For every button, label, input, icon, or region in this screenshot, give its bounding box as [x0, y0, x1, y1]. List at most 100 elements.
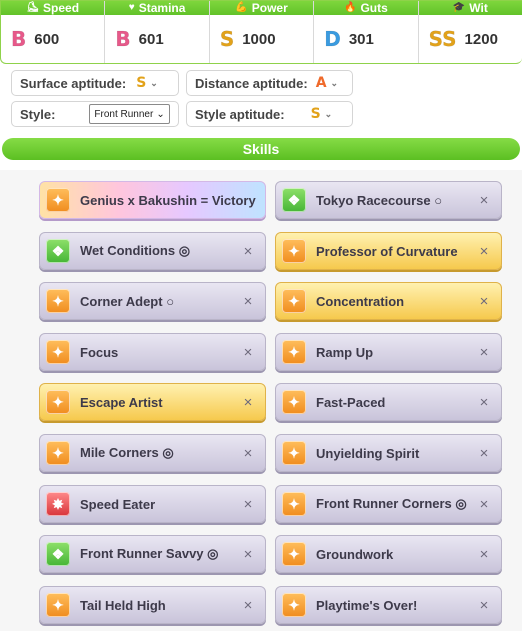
skill-orange-icon: ✦ [46, 289, 70, 313]
skills-list: ✦ Genius x Bakushin = Victory ❖ Tokyo Racec… [0, 170, 522, 631]
style-select[interactable]: Front Runner ⌄ [89, 104, 170, 124]
style-aptitude-label: Style aptitude: [195, 106, 285, 122]
stat-value: 1000 [242, 30, 276, 48]
remove-skill-close-icon[interactable]: × [473, 597, 495, 614]
stat-wit: 🎓 Wit SS 1200 [418, 1, 522, 63]
stats-panel: ⛸ Speed B 600 ♥ Stamina B 601 💪 Power S 1000 🔥… [0, 0, 522, 64]
remove-skill-close-icon[interactable]: × [237, 293, 259, 310]
stat-label: Stamina [138, 1, 186, 15]
skill-orange-icon: ✦ [282, 340, 306, 364]
remove-skill-close-icon[interactable]: × [473, 445, 495, 462]
skill-card[interactable]: ❖ Front Runner Savvy ◎ × [39, 535, 266, 573]
surface-aptitude-label: Surface aptitude: [20, 75, 127, 91]
remove-skill-close-icon[interactable]: × [237, 597, 259, 614]
stat-value: 301 [348, 30, 374, 48]
skill-name: Genius x Bakushin = Victory [80, 192, 256, 208]
flame-icon: 🔥 [344, 2, 357, 13]
heart-icon: ♥ [128, 2, 135, 13]
surface-aptitude-select[interactable]: Surface aptitude: S ⌄ [11, 70, 179, 96]
skill-orange-icon: ✦ [282, 492, 306, 516]
skill-orange-icon: ✦ [46, 340, 70, 364]
skill-name: Tail Held High [80, 597, 166, 613]
skill-card[interactable]: ✦ Tail Held High × [39, 586, 266, 624]
shoe-icon: ⛸ [26, 2, 40, 13]
stat-label: Wit [469, 1, 488, 15]
skill-orange-icon: ✦ [282, 542, 306, 566]
skill-card[interactable]: ❖ Wet Conditions ◎ × [39, 232, 266, 270]
remove-skill-close-icon[interactable]: × [473, 546, 495, 563]
style-aptitude-grade: S [310, 106, 321, 122]
remove-skill-close-icon[interactable]: × [473, 394, 495, 411]
skill-name: Unyielding Spirit [316, 445, 420, 461]
skill-green-icon: ❖ [46, 542, 70, 566]
skill-orange-icon: ✦ [282, 593, 306, 617]
skill-green-icon: ❖ [282, 188, 306, 212]
chevron-down-icon: ⌄ [324, 108, 333, 119]
skill-card[interactable]: ✦ Fast-Paced × [275, 383, 502, 421]
distance-aptitude-grade: A [315, 75, 327, 91]
skill-name: Groundwork [316, 546, 394, 562]
muscle-icon: 💪 [235, 2, 248, 13]
remove-skill-close-icon[interactable]: × [473, 293, 495, 310]
stat-value: 1200 [464, 30, 498, 48]
skill-red-icon: ✸ [46, 492, 70, 516]
skill-name: Playtime's Over! [316, 597, 418, 613]
skill-card[interactable]: ✦ Unyielding Spirit × [275, 434, 502, 472]
skill-name: Focus [80, 344, 119, 360]
skill-name: Front Runner Corners ◎ [316, 496, 467, 511]
stat-label: Power [251, 1, 288, 15]
skill-orange-icon: ✦ [282, 441, 306, 465]
skill-orange-icon: ✦ [282, 289, 306, 313]
style-row: Style: Front Runner ⌄ [11, 101, 179, 127]
stat-value: 600 [34, 30, 60, 48]
remove-skill-close-icon[interactable]: × [237, 445, 259, 462]
skill-name: Fast-Paced [316, 394, 386, 410]
skill-name: Wet Conditions ◎ [80, 243, 191, 258]
remove-skill-close-icon[interactable]: × [237, 344, 259, 361]
skill-orange-icon: ✦ [46, 188, 70, 212]
skill-card[interactable]: ✦ Genius x Bakushin = Victory [39, 181, 266, 219]
remove-skill-close-icon[interactable]: × [473, 243, 495, 260]
skill-card[interactable]: ✦ Playtime's Over! × [275, 586, 502, 624]
chevron-down-icon: ⌄ [150, 77, 158, 88]
remove-skill-close-icon[interactable]: × [473, 344, 495, 361]
remove-skill-close-icon[interactable]: × [237, 394, 259, 411]
skill-card[interactable]: ✦ Concentration × [275, 282, 502, 320]
skill-card[interactable]: ✦ Groundwork × [275, 535, 502, 573]
skill-card[interactable]: ✦ Corner Adept ○ × [39, 282, 266, 320]
stat-grade: SS [428, 27, 457, 51]
skill-name: Escape Artist [80, 394, 163, 410]
skill-card[interactable]: ✸ Speed Eater × [39, 485, 266, 523]
skill-card[interactable]: ✦ Mile Corners ◎ × [39, 434, 266, 472]
skill-orange-icon: ✦ [282, 239, 306, 263]
style-aptitude-select[interactable]: Style aptitude: S ⌄ [186, 101, 353, 127]
skill-card[interactable]: ✦ Front Runner Corners ◎ × [275, 485, 502, 523]
skill-green-icon: ❖ [46, 239, 70, 263]
remove-skill-close-icon[interactable]: × [237, 496, 259, 513]
remove-skill-close-icon[interactable]: × [473, 496, 495, 513]
skill-name: Mile Corners ◎ [80, 445, 174, 460]
skill-name: Corner Adept ○ [80, 293, 175, 309]
skills-header: Skills [2, 138, 520, 160]
chevron-down-icon: ⌄ [330, 77, 339, 88]
distance-aptitude-label: Distance aptitude: [195, 75, 308, 91]
style-select-value: Front Runner [94, 108, 154, 120]
style-label: Style: [20, 106, 56, 122]
skill-name: Ramp Up [316, 344, 374, 360]
remove-skill-close-icon[interactable]: × [237, 546, 259, 563]
skill-name: Tokyo Racecourse ○ [316, 192, 443, 208]
stat-grade: S [219, 27, 235, 51]
skill-card[interactable]: ✦ Professor of Curvature × [275, 232, 502, 270]
distance-aptitude-select[interactable]: Distance aptitude: A ⌄ [186, 70, 353, 96]
remove-skill-close-icon[interactable]: × [237, 243, 259, 260]
skill-card[interactable]: ✦ Focus × [39, 333, 266, 371]
skill-card[interactable]: ✦ Escape Artist × [39, 383, 266, 421]
skill-orange-icon: ✦ [46, 390, 70, 414]
skill-card[interactable]: ❖ Tokyo Racecourse ○ × [275, 181, 502, 219]
skill-orange-icon: ✦ [46, 441, 70, 465]
skill-card[interactable]: ✦ Ramp Up × [275, 333, 502, 371]
stat-label: Guts [360, 1, 388, 15]
remove-skill-close-icon[interactable]: × [473, 192, 495, 209]
skill-name: Speed Eater [80, 496, 156, 512]
stat-value: 601 [138, 30, 164, 48]
